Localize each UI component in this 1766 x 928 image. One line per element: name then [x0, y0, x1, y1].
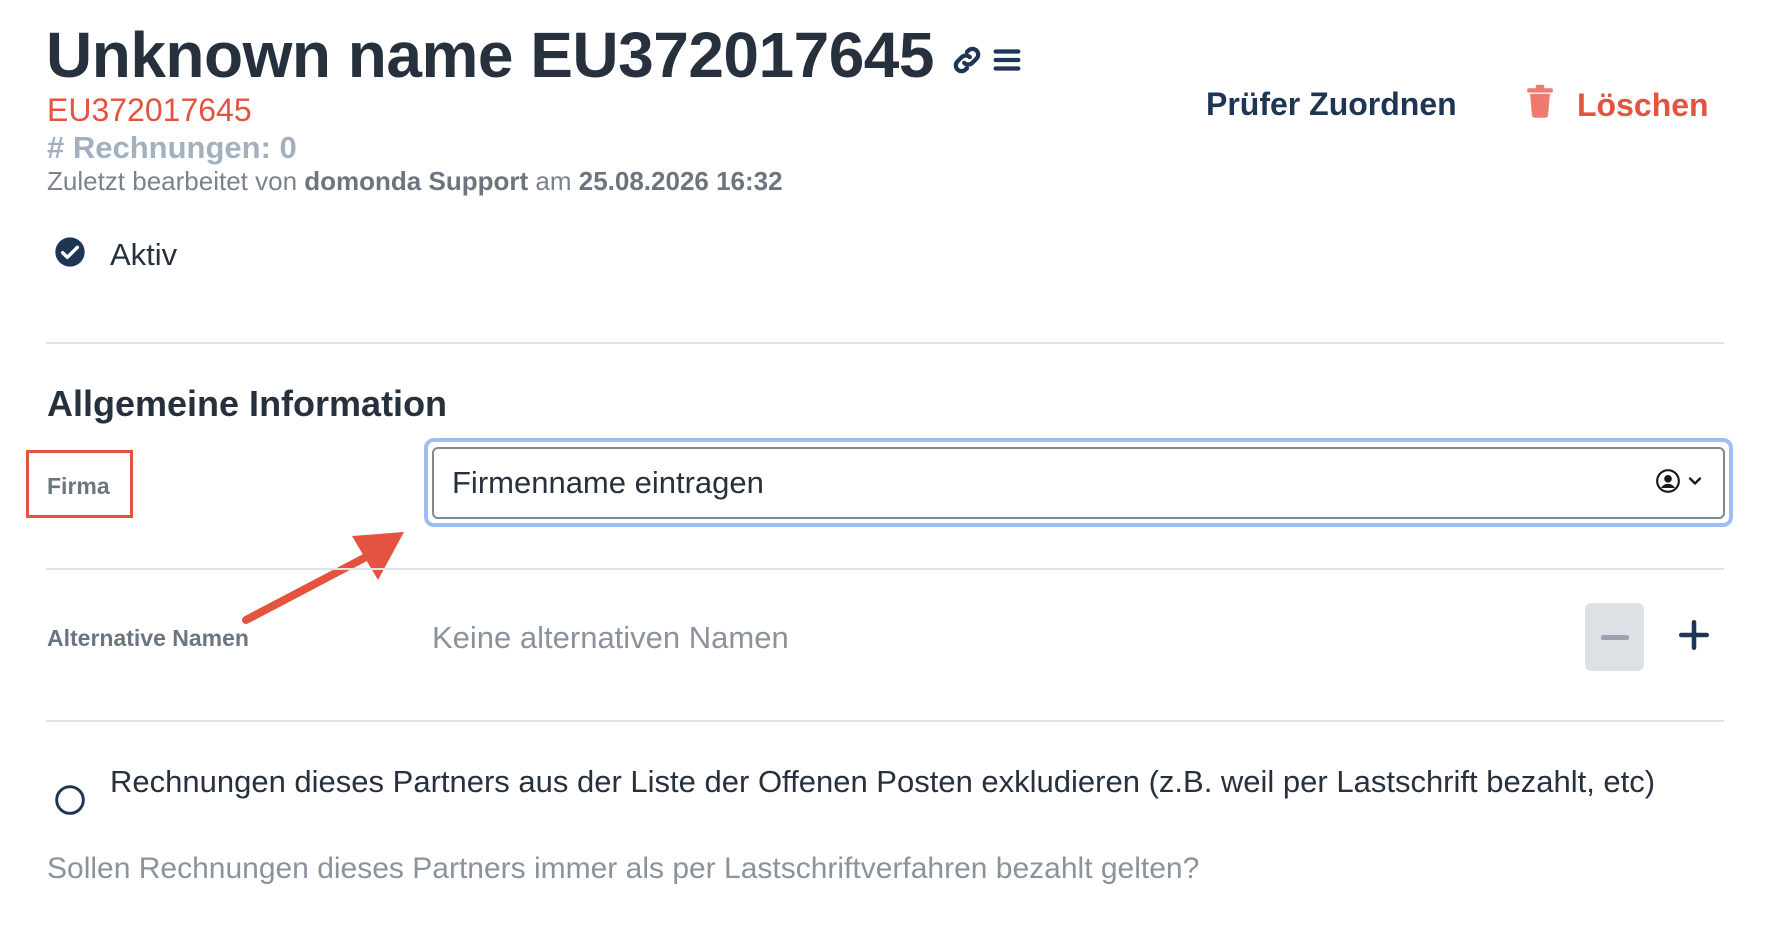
radio-unchecked-icon[interactable] — [54, 784, 86, 821]
delete-label: Löschen — [1577, 86, 1709, 123]
partner-code: EU372017645 — [47, 92, 252, 128]
divider — [46, 568, 1724, 570]
delete-button[interactable]: Löschen — [1525, 84, 1709, 126]
chevron-down-icon — [1685, 471, 1705, 496]
company-select-placeholder: Firmenname eintragen — [452, 465, 764, 500]
page-title: Unknown name EU372017645 — [46, 19, 934, 91]
edited-mid: am — [535, 166, 572, 196]
select-indicators — [1655, 468, 1705, 499]
exclude-open-items-option[interactable]: Rechnungen dieses Partners aus der Liste… — [54, 764, 1734, 821]
active-label: Aktiv — [110, 236, 178, 272]
divider — [46, 720, 1724, 722]
divider — [46, 342, 1724, 344]
remove-alt-name-button[interactable] — [1585, 603, 1644, 671]
page-title-row: Unknown name EU372017645 — [46, 18, 1024, 92]
alt-names-label: Alternative Namen — [47, 625, 249, 651]
alt-names-empty: Keine alternativen Namen — [432, 620, 789, 655]
exclude-help-text: Sollen Rechnungen dieses Partners immer … — [47, 852, 1200, 885]
company-label: Firma — [47, 473, 110, 499]
active-toggle[interactable]: Aktiv — [54, 236, 177, 273]
title-actions — [950, 43, 1024, 77]
trash-icon — [1525, 84, 1555, 126]
invoice-count: # Rechnungen: 0 — [47, 130, 297, 165]
menu-icon[interactable] — [990, 43, 1024, 77]
annotation-arrow-icon — [242, 532, 404, 624]
exclude-label: Rechnungen dieses Partners aus der Liste… — [110, 764, 1656, 799]
edited-datetime: 25.08.2026 16:32 — [578, 166, 783, 196]
company-select[interactable]: Firmenname eintragen — [432, 447, 1725, 519]
plus-icon — [1677, 618, 1711, 655]
minus-icon — [1600, 630, 1630, 645]
add-alt-name-button[interactable] — [1668, 610, 1720, 662]
assign-reviewer-button[interactable]: Prüfer Zuordnen — [1206, 86, 1457, 123]
edited-user: domonda Support — [304, 166, 529, 196]
section-title: Allgemeine Information — [47, 383, 448, 424]
user-circle-icon — [1655, 468, 1681, 499]
check-circle-icon — [54, 236, 86, 273]
edited-prefix: Zuletzt bearbeitet von — [47, 166, 298, 196]
last-edited-info: Zuletzt bearbeitet von domonda Support a… — [47, 166, 783, 197]
link-icon[interactable] — [950, 43, 984, 77]
